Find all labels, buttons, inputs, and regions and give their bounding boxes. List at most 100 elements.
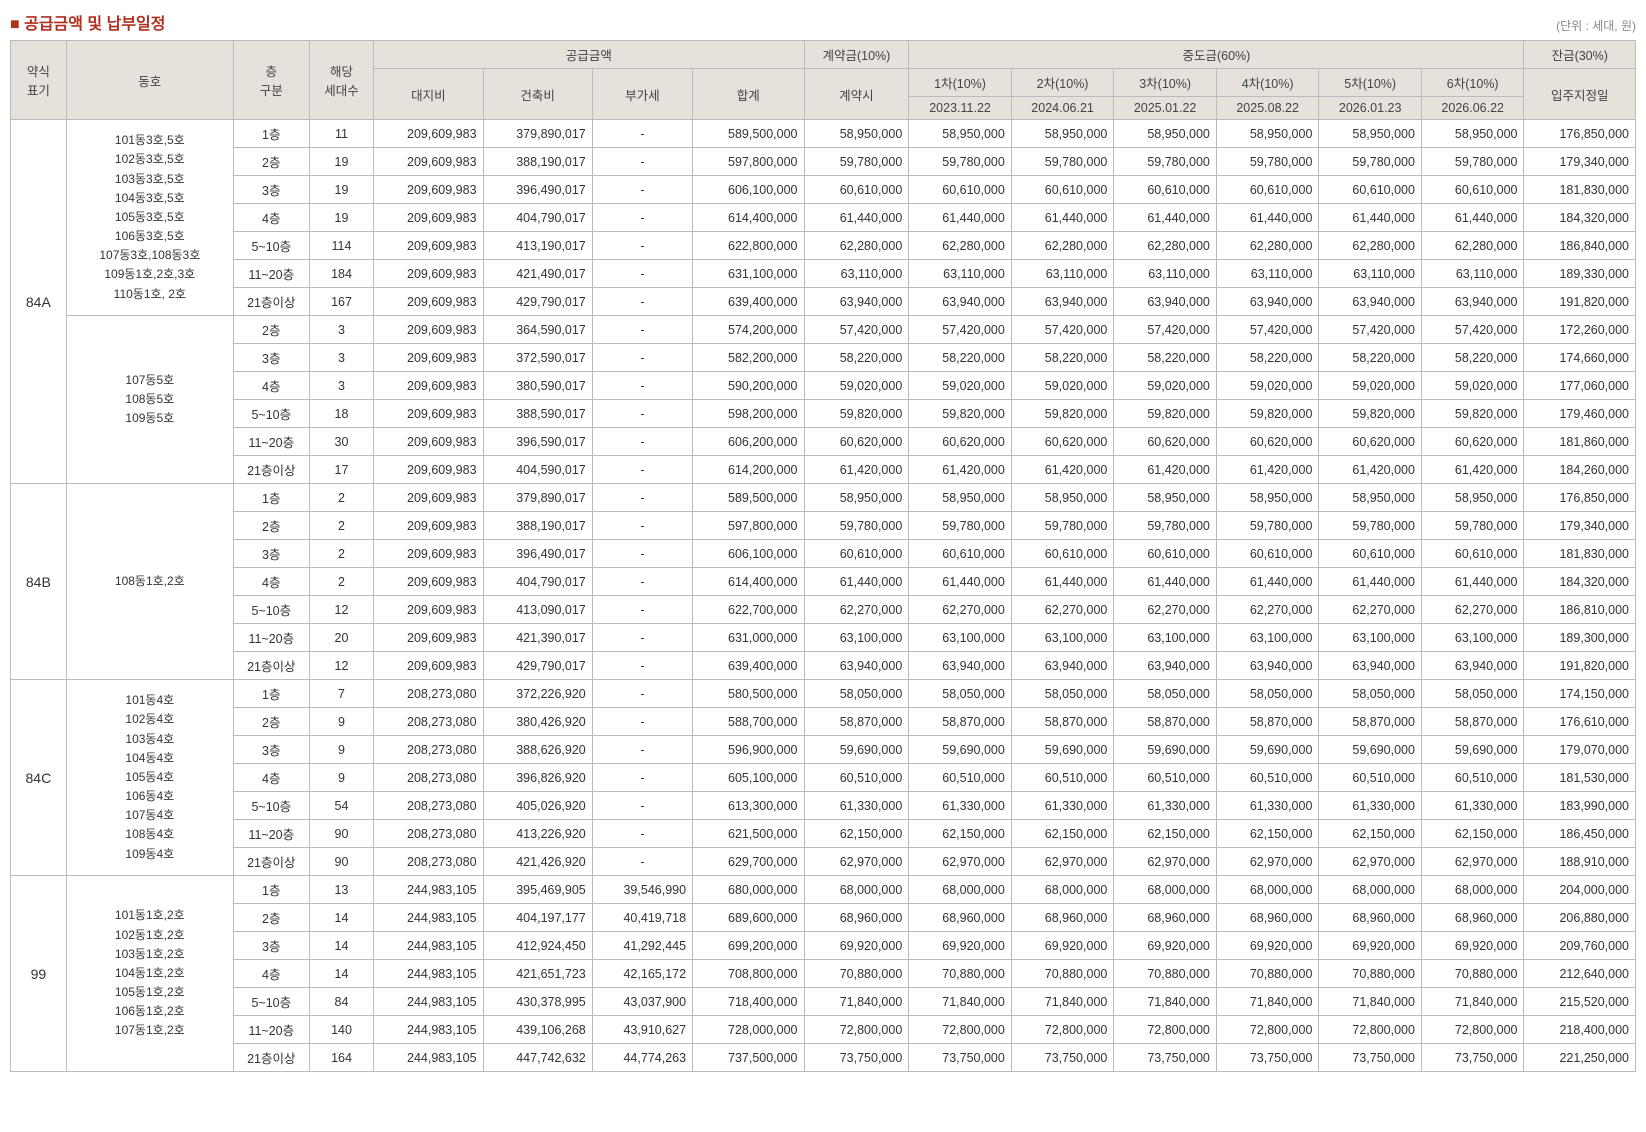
table-row: 4층9208,273,080396,826,920-605,100,00060,… bbox=[11, 764, 1636, 792]
mid1-cell: 62,970,000 bbox=[909, 848, 1012, 876]
mid3-cell: 58,950,000 bbox=[1114, 120, 1217, 148]
floor-cell: 11~20층 bbox=[233, 624, 309, 652]
floor-cell: 11~20층 bbox=[233, 260, 309, 288]
tax-cell: - bbox=[592, 624, 692, 652]
mid4-cell: 62,280,000 bbox=[1216, 232, 1319, 260]
deposit-cell: 60,510,000 bbox=[804, 764, 909, 792]
mid2-cell: 59,690,000 bbox=[1011, 736, 1114, 764]
deposit-cell: 62,280,000 bbox=[804, 232, 909, 260]
land-cell: 209,609,983 bbox=[374, 512, 483, 540]
tax-cell: - bbox=[592, 792, 692, 820]
count-cell: 18 bbox=[309, 400, 374, 428]
table-row: 21층이상164244,983,105447,742,63244,774,263… bbox=[11, 1044, 1636, 1072]
sum-cell: 631,000,000 bbox=[693, 624, 804, 652]
land-cell: 209,609,983 bbox=[374, 120, 483, 148]
hdr-mid2: 2차(10%) bbox=[1011, 69, 1114, 97]
mid2-cell: 63,110,000 bbox=[1011, 260, 1114, 288]
mid2-cell: 58,220,000 bbox=[1011, 344, 1114, 372]
mid6-cell: 69,920,000 bbox=[1421, 932, 1524, 960]
mid3-cell: 59,780,000 bbox=[1114, 148, 1217, 176]
type-cell: 99 bbox=[11, 876, 67, 1072]
deposit-cell: 73,750,000 bbox=[804, 1044, 909, 1072]
tax-cell: - bbox=[592, 344, 692, 372]
table-row: 107동5호108동5호109동5호2층3209,609,983364,590,… bbox=[11, 316, 1636, 344]
mid1-cell: 61,440,000 bbox=[909, 204, 1012, 232]
land-cell: 244,983,105 bbox=[374, 960, 483, 988]
sum-cell: 680,000,000 bbox=[693, 876, 804, 904]
build-cell: 421,390,017 bbox=[483, 624, 592, 652]
land-cell: 244,983,105 bbox=[374, 988, 483, 1016]
balance-cell: 179,070,000 bbox=[1524, 736, 1636, 764]
table-row: 11~20층90208,273,080413,226,920-621,500,0… bbox=[11, 820, 1636, 848]
land-cell: 244,983,105 bbox=[374, 1016, 483, 1044]
dongho-cell: 108동1호,2호 bbox=[66, 484, 233, 680]
mid5-cell: 62,270,000 bbox=[1319, 596, 1422, 624]
hdr-sum: 합계 bbox=[693, 69, 804, 120]
land-cell: 209,609,983 bbox=[374, 484, 483, 512]
floor-cell: 2층 bbox=[233, 708, 309, 736]
build-cell: 412,924,450 bbox=[483, 932, 592, 960]
mid1-cell: 62,280,000 bbox=[909, 232, 1012, 260]
mid1-cell: 60,510,000 bbox=[909, 764, 1012, 792]
build-cell: 421,651,723 bbox=[483, 960, 592, 988]
mid5-cell: 62,150,000 bbox=[1319, 820, 1422, 848]
floor-cell: 3층 bbox=[233, 932, 309, 960]
tax-cell: - bbox=[592, 400, 692, 428]
floor-cell: 2층 bbox=[233, 316, 309, 344]
type-cell: 84B bbox=[11, 484, 67, 680]
mid4-cell: 69,920,000 bbox=[1216, 932, 1319, 960]
tax-cell: - bbox=[592, 708, 692, 736]
table-row: 99101동1호,2호102동1호,2호103동1호,2호104동1호,2호10… bbox=[11, 876, 1636, 904]
mid2-cell: 59,780,000 bbox=[1011, 148, 1114, 176]
mid3-cell: 63,940,000 bbox=[1114, 652, 1217, 680]
mid6-cell: 59,690,000 bbox=[1421, 736, 1524, 764]
table-row: 4층2209,609,983404,790,017-614,400,00061,… bbox=[11, 568, 1636, 596]
count-cell: 7 bbox=[309, 680, 374, 708]
balance-cell: 174,150,000 bbox=[1524, 680, 1636, 708]
floor-cell: 4층 bbox=[233, 372, 309, 400]
floor-cell: 1층 bbox=[233, 484, 309, 512]
mid5-cell: 58,050,000 bbox=[1319, 680, 1422, 708]
build-cell: 396,826,920 bbox=[483, 764, 592, 792]
mid5-cell: 72,800,000 bbox=[1319, 1016, 1422, 1044]
tax-cell: 44,774,263 bbox=[592, 1044, 692, 1072]
land-cell: 244,983,105 bbox=[374, 904, 483, 932]
deposit-cell: 69,920,000 bbox=[804, 932, 909, 960]
table-row: 5~10층54208,273,080405,026,920-613,300,00… bbox=[11, 792, 1636, 820]
count-cell: 3 bbox=[309, 344, 374, 372]
deposit-cell: 57,420,000 bbox=[804, 316, 909, 344]
mid2-cell: 62,270,000 bbox=[1011, 596, 1114, 624]
floor-cell: 11~20층 bbox=[233, 1016, 309, 1044]
build-cell: 380,590,017 bbox=[483, 372, 592, 400]
floor-cell: 3층 bbox=[233, 736, 309, 764]
mid6-cell: 71,840,000 bbox=[1421, 988, 1524, 1016]
mid3-cell: 63,940,000 bbox=[1114, 288, 1217, 316]
floor-cell: 21층이상 bbox=[233, 652, 309, 680]
floor-cell: 5~10층 bbox=[233, 988, 309, 1016]
sum-cell: 614,200,000 bbox=[693, 456, 804, 484]
mid5-cell: 59,780,000 bbox=[1319, 148, 1422, 176]
balance-cell: 181,830,000 bbox=[1524, 540, 1636, 568]
hdr-mid1: 1차(10%) bbox=[909, 69, 1012, 97]
sum-cell: 596,900,000 bbox=[693, 736, 804, 764]
deposit-cell: 58,870,000 bbox=[804, 708, 909, 736]
mid4-cell: 72,800,000 bbox=[1216, 1016, 1319, 1044]
sum-cell: 622,700,000 bbox=[693, 596, 804, 624]
build-cell: 395,469,905 bbox=[483, 876, 592, 904]
mid2-cell: 62,150,000 bbox=[1011, 820, 1114, 848]
mid2-cell: 61,440,000 bbox=[1011, 568, 1114, 596]
deposit-cell: 63,940,000 bbox=[804, 288, 909, 316]
count-cell: 14 bbox=[309, 904, 374, 932]
sum-cell: 588,700,000 bbox=[693, 708, 804, 736]
mid5-cell: 59,690,000 bbox=[1319, 736, 1422, 764]
mid5-cell: 58,950,000 bbox=[1319, 120, 1422, 148]
mid4-cell: 62,150,000 bbox=[1216, 820, 1319, 848]
mid4-cell: 57,420,000 bbox=[1216, 316, 1319, 344]
balance-cell: 179,340,000 bbox=[1524, 512, 1636, 540]
table-row: 3층3209,609,983372,590,017-582,200,00058,… bbox=[11, 344, 1636, 372]
mid6-cell: 63,940,000 bbox=[1421, 288, 1524, 316]
floor-cell: 1층 bbox=[233, 120, 309, 148]
mid1-cell: 59,780,000 bbox=[909, 148, 1012, 176]
mid1-cell: 71,840,000 bbox=[909, 988, 1012, 1016]
deposit-cell: 71,840,000 bbox=[804, 988, 909, 1016]
